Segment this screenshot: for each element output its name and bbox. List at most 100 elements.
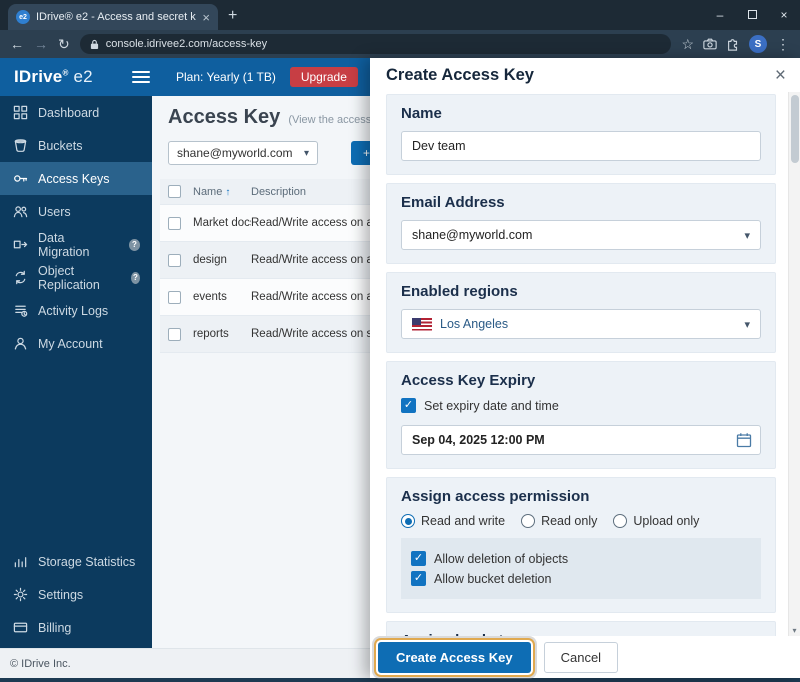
sidebar-item-label: Activity Logs: [38, 303, 109, 318]
sidebar-item-activity-logs[interactable]: Activity Logs: [0, 294, 152, 327]
regions-select[interactable]: Los Angeles ▾: [401, 309, 761, 339]
radio-upload-only[interactable]: Upload only: [613, 514, 699, 528]
checkbox-checked-icon[interactable]: [411, 551, 426, 566]
chevron-down-icon: ▾: [744, 318, 750, 331]
allow-deletion-objects-row[interactable]: Allow deletion of objects: [411, 551, 751, 566]
sidebar-item-users[interactable]: Users: [0, 195, 152, 228]
activity-logs-icon: [12, 303, 28, 319]
checkbox-checked-icon[interactable]: [401, 398, 416, 413]
extensions-puzzle-icon[interactable]: [726, 37, 740, 51]
row-name: Market docs: [193, 217, 251, 229]
logo-registered-mark: ®: [62, 68, 69, 78]
create-access-key-modal: Create Access Key × Name Email Address s…: [370, 58, 800, 678]
copyright-text: © IDrive Inc.: [10, 657, 71, 670]
sidebar-item-billing[interactable]: Billing: [0, 611, 152, 644]
account-dropdown[interactable]: shane@myworld.com ▾: [168, 141, 318, 165]
sidebar-item-settings[interactable]: Settings: [0, 578, 152, 611]
reload-icon[interactable]: ↻: [58, 37, 70, 51]
sidebar-item-label: Access Keys: [38, 171, 110, 186]
new-tab-button[interactable]: +: [228, 7, 237, 25]
data-migration-icon: [12, 237, 28, 253]
window-close-button[interactable]: ×: [768, 8, 800, 22]
sidebar-item-label: Users: [38, 204, 71, 219]
profile-avatar[interactable]: S: [749, 35, 767, 53]
sidebar-item-access-keys[interactable]: Access Keys: [0, 162, 152, 195]
help-icon[interactable]: ?: [130, 271, 140, 284]
sidebar-item-label: Object Replication: [38, 263, 100, 292]
tab-close-icon[interactable]: ×: [202, 11, 210, 24]
checkbox-checked-icon[interactable]: [411, 571, 426, 586]
bucket-icon: [12, 138, 28, 154]
url-text: console.idrivee2.com/access-key: [105, 38, 268, 50]
forward-icon[interactable]: →: [34, 37, 48, 51]
sidebar-bottom-group: Storage Statistics Settings Billing: [0, 545, 152, 644]
email-select-value: shane@myworld.com: [412, 228, 533, 242]
section-regions: Enabled regions Los Angeles ▾: [386, 272, 776, 353]
window-bottom-edge: [0, 678, 800, 682]
storage-statistics-icon: [12, 554, 28, 570]
billing-icon: [12, 620, 28, 636]
object-replication-icon: [12, 270, 28, 286]
toolbar-right: ☆ S ⋮: [681, 35, 790, 53]
calendar-icon[interactable]: [736, 432, 752, 448]
radio-selected-icon[interactable]: [401, 514, 415, 528]
deletion-options-panel: Allow deletion of objects Allow bucket d…: [401, 538, 761, 599]
row-checkbox[interactable]: [168, 253, 181, 267]
row-checkbox[interactable]: [168, 290, 181, 304]
sidebar-item-label: Dashboard: [38, 105, 100, 120]
row-name: design: [193, 254, 227, 266]
sidebar-item-dashboard[interactable]: Dashboard: [0, 96, 152, 129]
browser-menu-icon[interactable]: ⋮: [776, 37, 790, 51]
create-access-key-button[interactable]: Create Access Key: [378, 641, 531, 673]
address-bar[interactable]: console.idrivee2.com/access-key: [79, 34, 672, 54]
gear-icon: [12, 587, 28, 603]
help-icon[interactable]: ?: [128, 238, 140, 251]
sidebar-item-label: Data Migration: [38, 230, 90, 259]
radio-read-only[interactable]: Read only: [521, 514, 597, 528]
select-all-checkbox[interactable]: [168, 185, 181, 198]
camera-icon[interactable]: [703, 38, 717, 50]
email-select[interactable]: shane@myworld.com ▾: [401, 220, 761, 250]
back-icon[interactable]: ←: [10, 37, 24, 51]
sidebar-item-data-migration[interactable]: Data Migration ?: [0, 228, 152, 261]
hamburger-menu-icon[interactable]: [132, 71, 150, 83]
expiry-date-input[interactable]: [401, 425, 761, 455]
logo-main: IDrive: [14, 67, 63, 86]
dashboard-icon: [12, 105, 28, 121]
permission-radio-group: Read and write Read only Upload only: [401, 514, 761, 528]
set-expiry-checkbox-row[interactable]: Set expiry date and time: [401, 398, 761, 413]
modal-footer: Create Access Key Cancel: [370, 636, 800, 678]
name-input[interactable]: [401, 131, 761, 161]
scrollbar-thumb[interactable]: [791, 95, 799, 163]
scroll-down-icon[interactable]: ▾: [789, 626, 800, 635]
sidebar-item-storage-statistics[interactable]: Storage Statistics: [0, 545, 152, 578]
section-buckets: Assign buckets All buckets Select bucket…: [386, 621, 776, 636]
cancel-button[interactable]: Cancel: [543, 641, 619, 673]
allow-bucket-deletion-row[interactable]: Allow bucket deletion: [411, 571, 751, 586]
row-checkbox[interactable]: [168, 327, 181, 341]
window-controls: – ×: [704, 0, 800, 30]
bookmark-star-icon[interactable]: ☆: [681, 37, 694, 51]
radio-icon[interactable]: [613, 514, 628, 528]
sidebar-item-object-replication[interactable]: Object Replication ?: [0, 261, 152, 294]
us-flag-icon: [412, 317, 432, 331]
row-checkbox[interactable]: [168, 216, 181, 230]
sidebar-item-buckets[interactable]: Buckets: [0, 129, 152, 162]
browser-titlebar: e2 IDrive® e2 - Access and secret k × + …: [0, 0, 800, 30]
plan-label: Plan: Yearly (1 TB): [176, 70, 276, 84]
modal-scrollbar[interactable]: ▾: [788, 92, 800, 636]
modal-body: Name Email Address shane@myworld.com ▾ E…: [370, 92, 800, 636]
window-maximize-button[interactable]: [736, 8, 768, 22]
radio-read-and-write[interactable]: Read and write: [401, 514, 505, 528]
sidebar-item-my-account[interactable]: My Account: [0, 327, 152, 360]
allow-deletion-objects-label: Allow deletion of objects: [434, 551, 569, 566]
radio-icon[interactable]: [521, 514, 536, 528]
modal-close-icon[interactable]: ×: [775, 66, 786, 85]
window-minimize-button[interactable]: –: [704, 8, 736, 22]
row-name: events: [193, 291, 227, 303]
chevron-down-icon: ▾: [744, 229, 750, 242]
column-header-name[interactable]: Name ↑: [193, 186, 251, 198]
upgrade-button[interactable]: Upgrade: [289, 67, 358, 87]
browser-tab[interactable]: e2 IDrive® e2 - Access and secret k ×: [8, 4, 218, 30]
section-permissions: Assign access permission Read and write …: [386, 477, 776, 613]
